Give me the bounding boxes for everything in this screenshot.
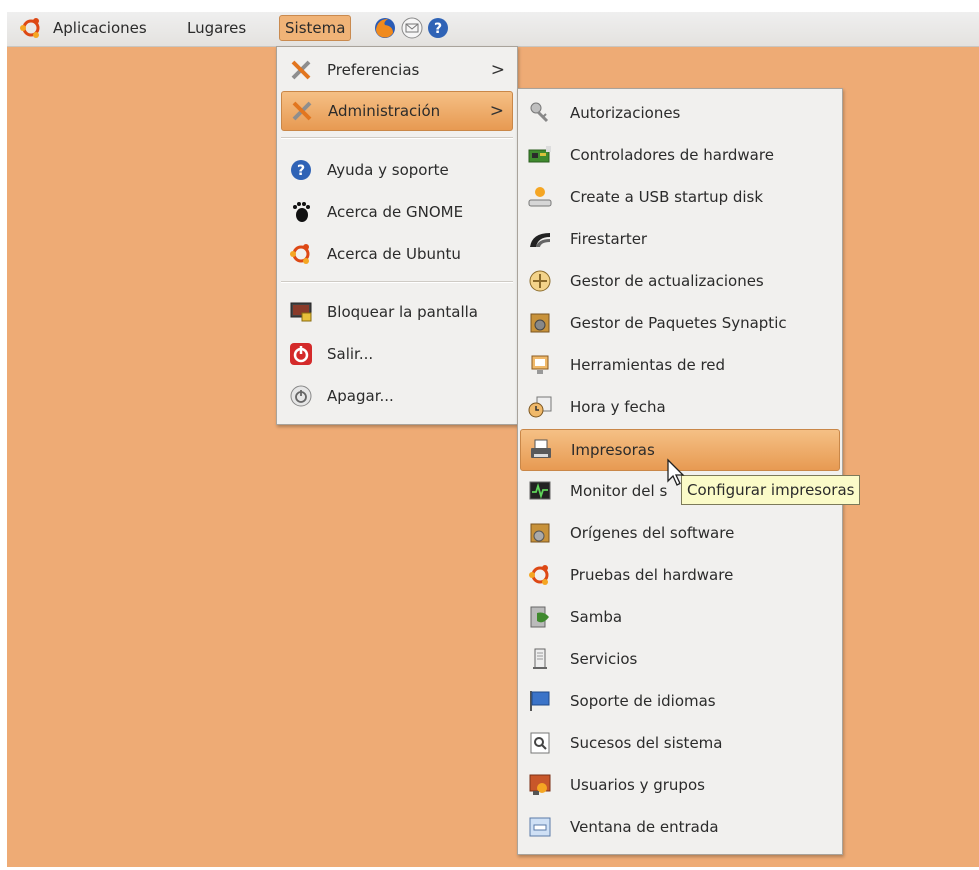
menu-item-label: Preferencias bbox=[327, 61, 420, 79]
menu-item-label: Samba bbox=[570, 608, 623, 626]
menu-item-label: Firestarter bbox=[570, 230, 648, 248]
menu-item-label: Servicios bbox=[570, 650, 638, 668]
log-viewer-icon bbox=[530, 732, 550, 754]
menu-aplicaciones[interactable]: Aplicaciones bbox=[17, 15, 152, 41]
help-icon[interactable]: ? bbox=[426, 16, 450, 40]
menu-item-ayuda[interactable]: ? Ayuda y soporte bbox=[281, 151, 513, 189]
separator bbox=[281, 137, 513, 139]
menu-item-samba[interactable]: Samba bbox=[520, 597, 840, 637]
menu-item-firestarter[interactable]: Firestarter bbox=[520, 219, 840, 259]
menu-item-label: Administración bbox=[328, 102, 441, 120]
menu-item-label: Ayuda y soporte bbox=[327, 161, 449, 179]
clock-icon bbox=[528, 396, 552, 418]
menu-item-label: Gestor de Paquetes Synaptic bbox=[570, 314, 787, 332]
menu-item-label: Usuarios y grupos bbox=[570, 776, 705, 794]
network-tools-icon bbox=[531, 355, 549, 374]
services-icon bbox=[533, 648, 547, 669]
firestarter-icon bbox=[530, 233, 550, 247]
separator bbox=[281, 281, 513, 283]
menu-item-pruebas-hardware[interactable]: Pruebas del hardware bbox=[520, 555, 840, 595]
usb-disk-icon bbox=[528, 187, 552, 207]
preferences-icon bbox=[291, 60, 311, 80]
menu-item-label: Sucesos del sistema bbox=[570, 734, 723, 752]
logout-icon bbox=[290, 343, 312, 365]
menu-item-usuarios-grupos[interactable]: Usuarios y grupos bbox=[520, 765, 840, 805]
menu-item-label: Orígenes del software bbox=[570, 524, 735, 542]
lock-screen-icon bbox=[290, 302, 312, 322]
menu-item-servicios[interactable]: Servicios bbox=[520, 639, 840, 679]
svg-text:?: ? bbox=[297, 163, 305, 179]
menu-item-label: Herramientas de red bbox=[570, 356, 726, 374]
menu-item-herramientas-red[interactable]: Herramientas de red bbox=[520, 345, 840, 385]
software-sources-icon bbox=[530, 523, 550, 543]
language-flag-icon bbox=[530, 691, 550, 711]
help-icon: ? bbox=[291, 160, 311, 180]
menu-item-gestor-actualizaciones[interactable]: Gestor de actualizaciones bbox=[520, 261, 840, 301]
menu-item-salir[interactable]: Salir... bbox=[281, 335, 513, 373]
menu-item-acerca-gnome[interactable]: Acerca de GNOME bbox=[281, 193, 513, 231]
menu-item-label: Gestor de actualizaciones bbox=[570, 272, 764, 290]
menu-lugares[interactable]: Lugares bbox=[182, 15, 251, 41]
ubuntu-logo-icon bbox=[290, 244, 310, 264]
tooltip: Configurar impresoras bbox=[681, 475, 861, 505]
menu-item-label: Apagar... bbox=[327, 387, 394, 405]
menu-item-label: Impresoras bbox=[571, 441, 655, 459]
menu-sistema[interactable]: Sistema bbox=[279, 15, 352, 41]
menu-item-label: Create a USB startup disk bbox=[570, 188, 764, 206]
sistema-menu: Preferencias > Administración > ? Ayuda … bbox=[276, 46, 518, 425]
system-monitor-icon bbox=[529, 481, 551, 500]
keys-icon bbox=[530, 102, 549, 123]
menu-item-synaptic[interactable]: Gestor de Paquetes Synaptic bbox=[520, 303, 840, 343]
menu-item-label: Monitor del s bbox=[570, 482, 668, 500]
firefox-icon[interactable] bbox=[373, 16, 397, 40]
menu-item-label: Autorizaciones bbox=[570, 104, 681, 122]
menu-item-preferencias[interactable]: Preferencias > bbox=[281, 51, 513, 89]
menu-item-acerca-ubuntu[interactable]: Acerca de Ubuntu bbox=[281, 235, 513, 273]
menu-item-label: Acerca de GNOME bbox=[327, 203, 464, 221]
shutdown-icon bbox=[290, 385, 312, 407]
svg-text:?: ? bbox=[434, 21, 442, 37]
synaptic-icon bbox=[530, 313, 550, 333]
menu-item-label: Acerca de Ubuntu bbox=[327, 245, 461, 263]
login-window-icon bbox=[529, 817, 551, 837]
mouse-pointer-icon bbox=[667, 458, 685, 486]
menu-item-label: Pruebas del hardware bbox=[570, 566, 734, 584]
administration-icon bbox=[292, 101, 312, 121]
hardware-card-icon bbox=[528, 146, 551, 163]
menu-item-usb-startup[interactable]: Create a USB startup disk bbox=[520, 177, 840, 217]
menu-item-hora-fecha[interactable]: Hora y fecha bbox=[520, 387, 840, 427]
menu-item-label: Hora y fecha bbox=[570, 398, 666, 416]
menu-item-administracion[interactable]: Administración > bbox=[281, 91, 513, 131]
samba-icon bbox=[530, 606, 549, 628]
chevron-right-icon: > bbox=[489, 101, 504, 121]
menu-item-ventana-entrada[interactable]: Ventana de entrada bbox=[520, 807, 840, 847]
menu-item-label: Ventana de entrada bbox=[570, 818, 719, 836]
menu-item-bloquear[interactable]: Bloquear la pantalla bbox=[281, 293, 513, 331]
users-groups-icon bbox=[529, 774, 551, 795]
top-panel: Aplicaciones Lugares Sistema ? bbox=[7, 12, 979, 47]
menu-item-sucesos-sistema[interactable]: Sucesos del sistema bbox=[520, 723, 840, 763]
ubuntu-logo-icon bbox=[529, 565, 549, 585]
menu-item-label: Bloquear la pantalla bbox=[327, 303, 478, 321]
printer-icon bbox=[531, 439, 551, 458]
menu-item-origenes-software[interactable]: Orígenes del software bbox=[520, 513, 840, 553]
menu-item-label: Controladores de hardware bbox=[570, 146, 774, 164]
menu-item-autorizaciones[interactable]: Autorizaciones bbox=[520, 93, 840, 133]
chevron-right-icon: > bbox=[490, 60, 505, 80]
menu-item-label: Salir... bbox=[327, 345, 374, 363]
update-manager-icon bbox=[529, 270, 551, 292]
gnome-foot-icon bbox=[293, 202, 310, 222]
menu-item-controladores[interactable]: Controladores de hardware bbox=[520, 135, 840, 175]
menu-item-label: Soporte de idiomas bbox=[570, 692, 716, 710]
menu-item-soporte-idiomas[interactable]: Soporte de idiomas bbox=[520, 681, 840, 721]
menu-item-apagar[interactable]: Apagar... bbox=[281, 377, 513, 415]
mail-icon[interactable] bbox=[400, 16, 424, 40]
